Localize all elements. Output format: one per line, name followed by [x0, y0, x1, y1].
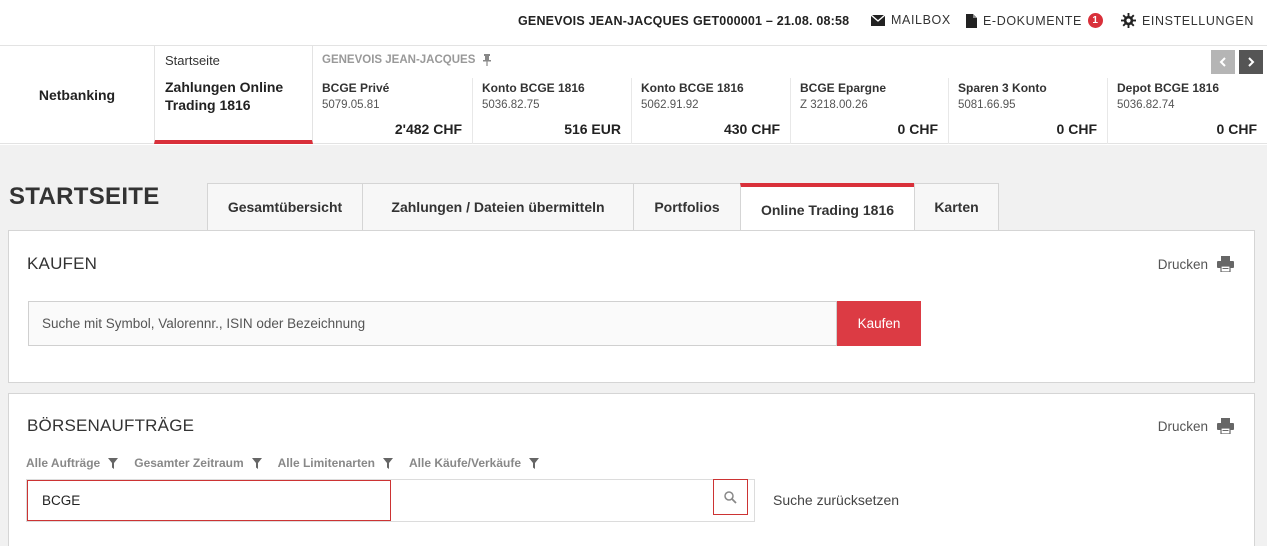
carousel-arrows	[1211, 50, 1263, 74]
account-name: BCGE Epargne	[800, 81, 887, 95]
account-owner: GENEVOIS JEAN-JACQUES	[322, 54, 492, 66]
filter-label: Alle Käufe/Verkäufe	[408, 456, 522, 470]
account-name: Sparen 3 Konto	[958, 81, 1047, 95]
owner-name: GENEVOIS JEAN-JACQUES	[322, 54, 476, 66]
account-name: Konto BCGE 1816	[641, 81, 744, 95]
print-label: Drucken	[1157, 256, 1208, 272]
account-number: 5036.82.75	[482, 99, 540, 111]
settings-link[interactable]: EINSTELLUNGEN	[1121, 13, 1254, 28]
account-number: 5079.05.81	[322, 99, 380, 111]
account-amount: 0 CHF	[897, 121, 938, 137]
netbanking-home[interactable]: Netbanking	[0, 46, 154, 144]
kaufen-panel: KAUFEN Drucken Kaufen	[8, 230, 1255, 383]
chevron-left-icon	[1219, 57, 1226, 67]
envelope-icon	[871, 14, 885, 26]
top-bar: GENEVOIS JEAN-JACQUES GET000001 – 21.08.…	[0, 0, 1267, 44]
account-number: 5062.91.92	[641, 99, 699, 111]
account-number: 5036.82.74	[1117, 99, 1175, 111]
session-info: GET000001 – 21.08. 08:58	[693, 14, 850, 28]
tab-portfolios[interactable]: Portfolios	[633, 183, 740, 231]
account-name: BCGE Privé	[322, 81, 390, 95]
account-card[interactable]: Konto BCGE 1816 5036.82.75 516 EUR	[472, 78, 631, 144]
next-accounts-button[interactable]	[1239, 50, 1263, 74]
filter-label: Gesamter Zeitraum	[134, 456, 244, 470]
filter-icon	[251, 457, 262, 469]
start-sublabel: Zahlungen Online Trading 1816	[165, 79, 284, 113]
account-amount: 0 CHF	[1216, 121, 1257, 137]
filter-label: Alle Limitenarten	[277, 456, 375, 470]
tab-online-trading[interactable]: Online Trading 1816	[740, 183, 914, 232]
kaufen-button[interactable]: Kaufen	[837, 301, 921, 346]
filter-icon	[529, 457, 540, 469]
filter-period[interactable]: Gesamter Zeitraum	[134, 456, 262, 470]
filter-orders[interactable]: Alle Aufträge	[26, 456, 119, 470]
order-filters: Alle Aufträge Gesamter Zeitraum Alle Lim…	[26, 456, 540, 470]
tab-bar: Gesamtübersicht Zahlungen / Dateien über…	[207, 183, 999, 232]
account-name: Konto BCGE 1816	[482, 81, 585, 95]
print-label: Drucken	[1157, 418, 1208, 434]
filter-icon	[382, 457, 393, 469]
tab-zahlungen-dateien[interactable]: Zahlungen / Dateien übermitteln	[362, 183, 633, 231]
start-column[interactable]: Startseite Zahlungen Online Trading 1816	[154, 46, 313, 144]
account-amount: 0 CHF	[1056, 121, 1097, 137]
filter-label: Alle Aufträge	[26, 456, 101, 470]
account-card[interactable]: Sparen 3 Konto 5081.66.95 0 CHF	[948, 78, 1107, 144]
mailbox-link[interactable]: MAILBOX	[871, 13, 951, 27]
security-search-input[interactable]	[28, 301, 837, 346]
notification-badge: 1	[1087, 13, 1103, 28]
settings-label: EINSTELLUNGEN	[1142, 13, 1254, 28]
account-card[interactable]: Konto BCGE 1816 5062.91.92 430 CHF	[631, 78, 790, 144]
account-name: Depot BCGE 1816	[1117, 81, 1220, 95]
account-amount: 430 CHF	[723, 121, 780, 137]
account-number: 5081.66.95	[958, 99, 1016, 111]
gear-icon	[1121, 13, 1136, 28]
kaufen-title: KAUFEN	[27, 254, 98, 273]
account-card[interactable]: Depot BCGE 1816 5036.82.74 0 CHF	[1107, 78, 1267, 144]
filter-icon	[108, 457, 119, 469]
pin-icon[interactable]	[483, 54, 492, 66]
edocuments-label: E-DOKUMENTE	[983, 13, 1082, 28]
printer-icon	[1217, 256, 1234, 272]
start-label: Startseite	[165, 53, 220, 68]
order-search-field	[26, 479, 755, 522]
prev-accounts-button[interactable]	[1211, 50, 1235, 74]
mailbox-label: MAILBOX	[891, 13, 951, 27]
edocuments-link[interactable]: E-DOKUMENTE 1	[966, 13, 1103, 28]
account-amount: 2'482 CHF	[394, 121, 462, 137]
account-number: Z 3218.00.26	[800, 99, 868, 111]
orders-print-button[interactable]: Drucken	[1158, 418, 1234, 434]
filter-buy-sell[interactable]: Alle Käufe/Verkäufe	[408, 456, 540, 470]
reset-search-link[interactable]: Suche zurücksetzen	[773, 492, 899, 508]
account-amount: 516 EUR	[564, 121, 621, 137]
filter-limit-types[interactable]: Alle Limitenarten	[278, 456, 393, 470]
order-search-button[interactable]	[713, 479, 748, 515]
page-title: STARTSEITE	[9, 183, 160, 210]
printer-icon	[1217, 418, 1234, 434]
tab-gesamtuebersicht[interactable]: Gesamtübersicht	[207, 183, 362, 231]
account-bar: Netbanking Startseite Zahlungen Online T…	[0, 45, 1267, 144]
search-icon	[724, 490, 737, 504]
order-search-input[interactable]	[27, 480, 391, 521]
orders-panel: BÖRSENAUFTRÄGE Drucken Alle Aufträge Ges…	[8, 393, 1255, 546]
orders-title: BÖRSENAUFTRÄGE	[27, 416, 195, 435]
account-card[interactable]: BCGE Epargne Z 3218.00.26 0 CHF	[790, 78, 948, 144]
user-name: GENEVOIS JEAN-JACQUES	[518, 14, 689, 28]
account-card[interactable]: BCGE Privé 5079.05.81 2'482 CHF	[313, 78, 472, 144]
document-icon	[966, 13, 977, 28]
tab-karten[interactable]: Karten	[914, 183, 999, 231]
kaufen-print-button[interactable]: Drucken	[1158, 256, 1234, 272]
chevron-right-icon	[1248, 57, 1255, 67]
